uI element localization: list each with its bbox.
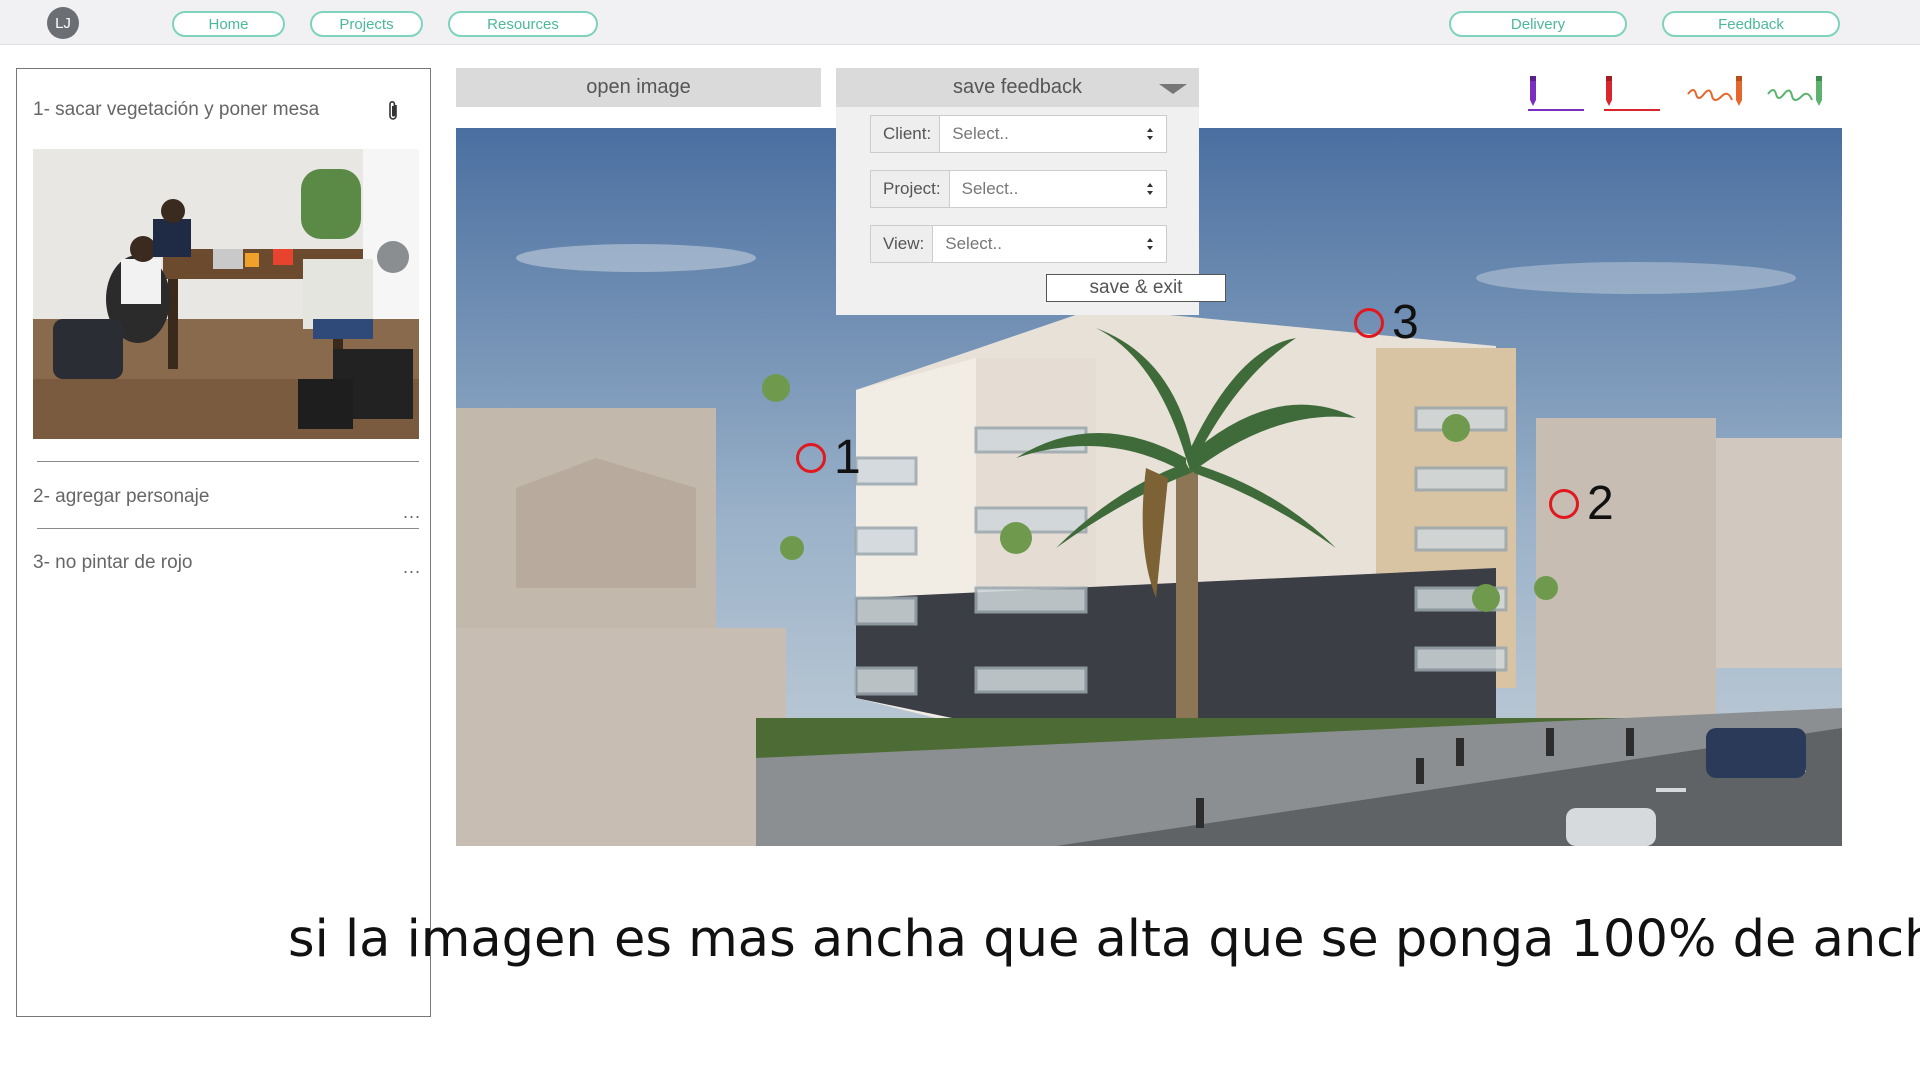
nav-delivery-button[interactable]: Delivery — [1449, 11, 1627, 37]
orange-freehand-marker-icon[interactable] — [1686, 74, 1750, 114]
divider — [37, 528, 419, 529]
feedback-item-1[interactable]: 1- sacar vegetación y poner mesa — [33, 99, 319, 121]
feedback-list-panel: 1- sacar vegetación y poner mesa 2- agre… — [16, 68, 431, 1017]
purple-line-marker-icon[interactable] — [1522, 74, 1586, 114]
marker-circle-icon — [1354, 308, 1384, 338]
save-feedback-dropdown: save feedback Client: Select.. Project: … — [836, 68, 1226, 315]
feedback-item-2[interactable]: 2- agregar personaje — [33, 486, 209, 508]
nav-home-button[interactable]: Home — [172, 11, 285, 37]
annotation-marker-2[interactable]: 2 — [1549, 480, 1614, 528]
save-feedback-label: save feedback — [953, 76, 1082, 98]
view-label: View: — [871, 226, 934, 262]
select-arrows-icon — [1147, 128, 1153, 140]
feedback-attachment-thumbnail[interactable] — [33, 149, 419, 439]
select-arrows-icon — [1147, 183, 1153, 195]
red-line-marker-icon[interactable] — [1598, 74, 1662, 114]
view-value: Select.. — [945, 234, 1002, 253]
client-select[interactable]: Client: Select.. — [870, 115, 1167, 153]
office-photo — [33, 149, 419, 439]
chevron-down-icon[interactable] — [1159, 84, 1187, 94]
select-arrows-icon — [1147, 238, 1153, 250]
client-label: Client: — [871, 116, 941, 152]
top-bar: LJ Home Projects Resources Delivery Feed… — [0, 0, 1920, 45]
view-select-value[interactable]: Select.. — [933, 226, 1166, 262]
marker-number: 3 — [1392, 296, 1419, 349]
divider — [37, 461, 419, 462]
project-select-value[interactable]: Select.. — [950, 171, 1166, 207]
annotation-marker-3[interactable]: 3 — [1354, 299, 1419, 347]
save-and-exit-button[interactable]: save & exit — [1046, 274, 1226, 302]
nav-resources-button[interactable]: Resources — [448, 11, 598, 37]
client-select-value[interactable]: Select.. — [940, 116, 1166, 152]
open-image-button[interactable]: open image — [456, 68, 821, 107]
design-note-text: si la imagen es mas ancha que alta que s… — [288, 910, 1920, 969]
more-options-icon[interactable]: ... — [403, 557, 421, 578]
client-value: Select.. — [952, 124, 1009, 143]
more-options-icon[interactable]: ... — [403, 502, 421, 523]
user-avatar[interactable]: LJ — [47, 7, 79, 39]
project-label: Project: — [871, 171, 950, 207]
green-freehand-marker-icon[interactable] — [1766, 74, 1830, 114]
paperclip-icon[interactable] — [386, 100, 400, 122]
marker-number: 1 — [834, 431, 861, 484]
marker-circle-icon — [1549, 489, 1579, 519]
feedback-item-3[interactable]: 3- no pintar de rojo — [33, 552, 193, 574]
view-select[interactable]: View: Select.. — [870, 225, 1167, 263]
nav-projects-button[interactable]: Projects — [310, 11, 423, 37]
marker-circle-icon — [796, 443, 826, 473]
annotation-marker-1[interactable]: 1 — [796, 434, 861, 482]
save-feedback-button[interactable]: save feedback — [836, 68, 1199, 107]
project-value: Select.. — [961, 179, 1019, 198]
marker-number: 2 — [1587, 477, 1614, 530]
project-select[interactable]: Project: Select.. — [870, 170, 1167, 208]
nav-feedback-button[interactable]: Feedback — [1662, 11, 1840, 37]
